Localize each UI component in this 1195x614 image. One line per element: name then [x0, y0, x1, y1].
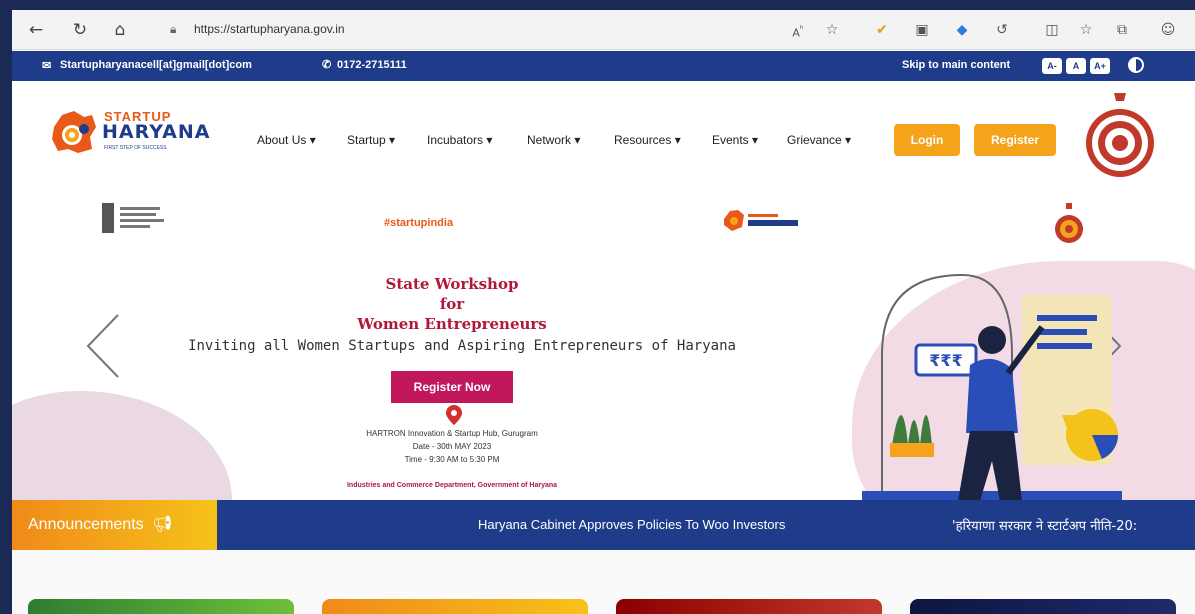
announcement-item-1[interactable]: Haryana Cabinet Approves Policies To Woo…: [478, 517, 785, 532]
feature-card-3[interactable]: [616, 599, 882, 614]
commerce-ministry-logo: [102, 203, 164, 233]
carousel-prev-arrow-icon[interactable]: [82, 311, 122, 381]
copilot-icon[interactable]: ☺: [1158, 20, 1178, 40]
contrast-toggle-icon[interactable]: [1128, 57, 1144, 73]
event-department: Industries and Commerce Department, Gove…: [346, 482, 558, 489]
site-header: STARTUP HARYANA FIRST STEP OF SUCCESS Ab…: [12, 81, 1195, 191]
nav-about-us[interactable]: About Us ▾: [257, 133, 316, 147]
read-aloud-icon[interactable]: Aʰ: [788, 20, 808, 40]
home-icon[interactable]: ⌂: [110, 20, 130, 40]
extension-check-icon[interactable]: ✔: [872, 20, 892, 40]
banner-headline-1: State Workshop: [385, 275, 519, 293]
nav-startup[interactable]: Startup ▾: [347, 133, 395, 147]
favorites-icon[interactable]: ☆: [1076, 20, 1096, 40]
address-url[interactable]: https://startupharyana.gov.in: [194, 22, 345, 36]
mail-icon: ✉: [42, 60, 52, 72]
contact-phone[interactable]: 0172-2715111: [337, 59, 407, 71]
announcements-label-text: Announcements: [28, 516, 144, 533]
browser-window: ← ↻ ⌂ 🔒︎ https://startupharyana.gov.in A…: [12, 10, 1195, 614]
font-increase-button[interactable]: A+: [1090, 58, 1110, 74]
phone-icon: ✆: [322, 59, 332, 71]
nav-grievance[interactable]: Grievance ▾: [787, 133, 851, 147]
haryana-emblem-small: [1055, 203, 1083, 243]
browser-toolbar: ← ↻ ⌂ 🔒︎ https://startupharyana.gov.in A…: [12, 10, 1195, 50]
register-now-button[interactable]: Register Now: [391, 371, 513, 403]
woman-entrepreneur-illustration: ₹₹₹: [862, 273, 1122, 505]
collections-icon[interactable]: ⧉: [1112, 20, 1132, 40]
announcement-item-2[interactable]: 'हरियाणा सरकार ने स्टार्टअप नीति-20:: [952, 516, 1195, 534]
announcements-label: Announcements 📢︎: [12, 500, 217, 550]
register-button[interactable]: Register: [974, 124, 1056, 156]
banner-headline-3: Women Entrepreneurs: [357, 315, 547, 333]
feature-card-2[interactable]: [322, 599, 588, 614]
megaphone-icon: 📢︎: [152, 516, 173, 533]
login-button[interactable]: Login: [894, 124, 960, 156]
currency-bubble-text: ₹₹₹: [929, 351, 962, 370]
reload-icon[interactable]: ↻: [70, 20, 90, 40]
logo-line2: HARYANA: [102, 121, 211, 143]
feature-card-1[interactable]: [28, 599, 294, 614]
startupindia-logo: #startupindia: [384, 217, 454, 229]
banner-headline-2: for: [439, 295, 465, 313]
address-bar[interactable]: 🔒︎ https://startupharyana.gov.in: [154, 18, 774, 42]
startup-haryana-logo[interactable]: STARTUP HARYANA FIRST STEP OF SUCCESS: [48, 101, 228, 161]
nav-events[interactable]: Events ▾: [712, 133, 758, 147]
page-info-icon[interactable]: 🔒︎: [170, 22, 186, 38]
extension-box-icon[interactable]: ▣: [912, 20, 932, 40]
event-time: Time - 9:30 AM to 5:30 PM: [404, 455, 500, 464]
font-decrease-button[interactable]: A-: [1042, 58, 1062, 74]
nav-incubators[interactable]: Incubators ▾: [427, 133, 492, 147]
font-normal-button[interactable]: A: [1066, 58, 1086, 74]
event-venue: HARTRON Innovation & Startup Hub, Gurugr…: [366, 429, 538, 438]
event-date: Date - 30th MAY 2023: [412, 442, 492, 451]
logo-tagline: FIRST STEP OF SUCCESS: [104, 145, 167, 151]
site-topbar: ✉ Startupharyanacell[at]gmail[dot]com ✆ …: [12, 51, 1195, 81]
split-screen-icon[interactable]: ◫: [1042, 20, 1062, 40]
nav-network[interactable]: Network ▾: [527, 133, 580, 147]
partner-logos: #startupindia: [12, 191, 1195, 251]
feature-card-4[interactable]: [910, 599, 1176, 614]
extension-shield-icon[interactable]: ◆: [952, 20, 972, 40]
nav-resources[interactable]: Resources ▾: [614, 133, 681, 147]
decorative-blob-left: [12, 391, 232, 511]
feature-cards-row: [12, 550, 1195, 614]
haryana-emblem: [1086, 93, 1154, 177]
banner-subline: Inviting all Women Startups and Aspiring…: [188, 338, 736, 354]
startup-haryana-small-logo: [724, 210, 798, 231]
contact-email[interactable]: Startupharyanacell[at]gmail[dot]com: [60, 59, 252, 71]
logo-map-icon: [52, 111, 96, 153]
hero-carousel: #startupindia State Workshop for Women E…: [12, 191, 1195, 511]
skip-to-content-link[interactable]: Skip to main content: [902, 59, 1010, 71]
announcements-bar: Announcements 📢︎ Haryana Cabinet Approve…: [12, 500, 1195, 550]
back-icon[interactable]: ←: [26, 20, 46, 40]
favorite-star-icon[interactable]: ☆: [822, 20, 842, 40]
extension-refresh-icon[interactable]: ↺: [992, 20, 1012, 40]
location-pin-icon: [446, 405, 462, 425]
